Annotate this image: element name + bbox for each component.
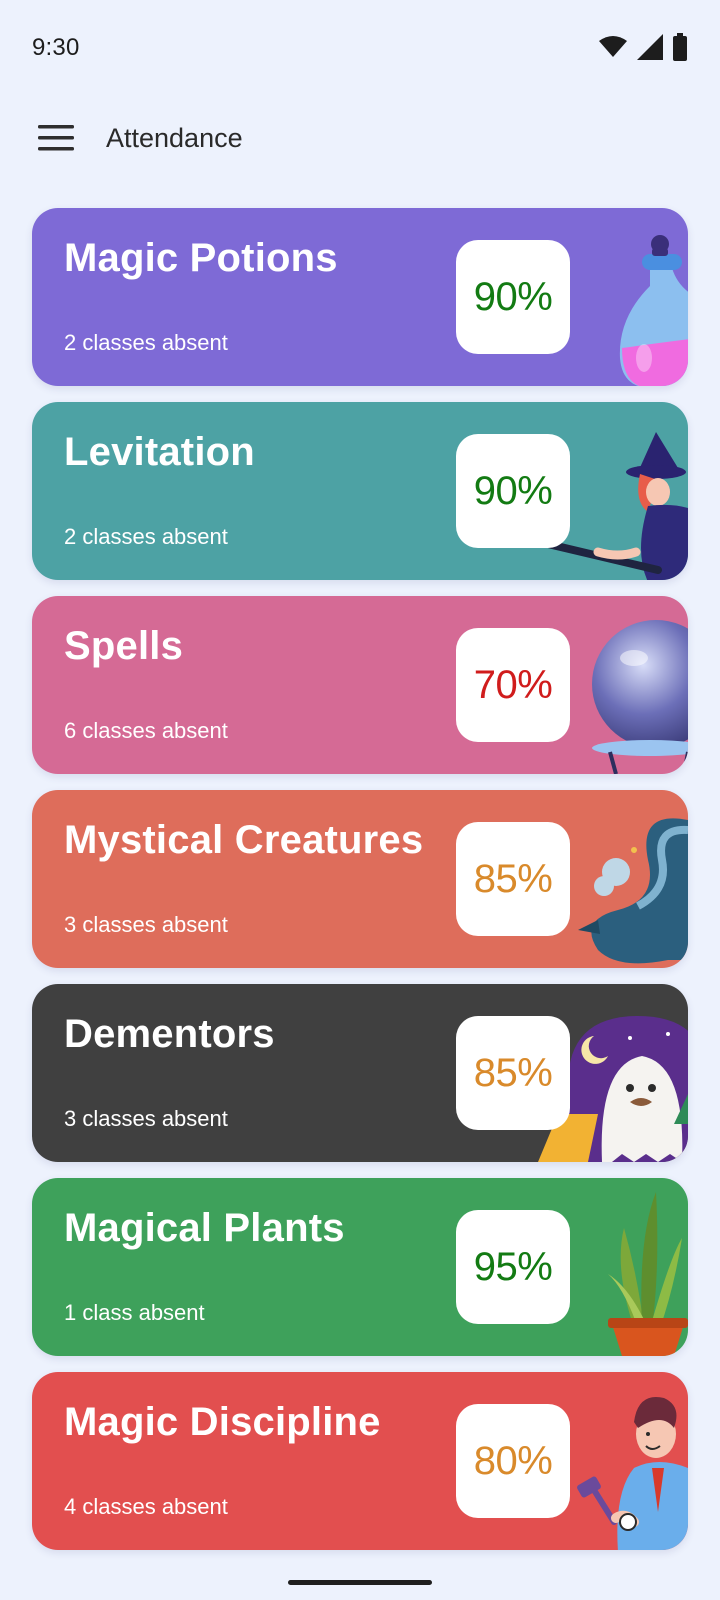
status-bar: 9:30 — [0, 0, 720, 96]
subject-name: Magical Plants — [64, 1206, 345, 1250]
subject-list: Magic Potions 2 classes absent 90% Levit… — [32, 208, 688, 1566]
subject-card-magical-plants[interactable]: Magical Plants 1 class absent 95% — [32, 1178, 688, 1356]
subject-name: Magic Potions — [64, 236, 338, 280]
app-bar: Attendance — [0, 100, 720, 176]
subject-name: Dementors — [64, 1012, 275, 1056]
attendance-percent: 80% — [456, 1404, 570, 1518]
attendance-percent: 90% — [456, 434, 570, 548]
attendance-percent: 90% — [456, 240, 570, 354]
subject-name: Levitation — [64, 430, 255, 474]
absent-count: 3 classes absent — [64, 912, 228, 937]
subject-name: Mystical Creatures — [64, 818, 424, 862]
attendance-percent: 85% — [456, 822, 570, 936]
subject-name: Spells — [64, 624, 184, 668]
status-time: 9:30 — [32, 34, 80, 61]
absent-count: 1 class absent — [64, 1300, 205, 1325]
subject-card-dementors[interactable]: Dementors 3 classes absent 85% — [32, 984, 688, 1162]
subject-card-mystical-creatures[interactable]: Mystical Creatures 3 classes absent 85% — [32, 790, 688, 968]
subject-card-spells[interactable]: Spells 6 classes absent 70% — [32, 596, 688, 774]
wifi-icon — [599, 36, 627, 57]
absent-count: 2 classes absent — [64, 524, 228, 549]
cellular-signal-icon — [637, 34, 663, 60]
gesture-nav-handle[interactable] — [288, 1580, 432, 1585]
hamburger-menu-icon — [38, 125, 74, 151]
subject-name: Magic Discipline — [64, 1400, 381, 1444]
absent-count: 6 classes absent — [64, 718, 228, 743]
absent-count: 4 classes absent — [64, 1494, 228, 1519]
absent-count: 3 classes absent — [64, 1106, 228, 1131]
status-icons — [598, 32, 688, 62]
absent-count: 2 classes absent — [64, 330, 228, 355]
subject-card-magic-potions[interactable]: Magic Potions 2 classes absent 90% — [32, 208, 688, 386]
page-title: Attendance — [106, 122, 243, 153]
menu-button[interactable] — [26, 108, 86, 168]
battery-icon — [673, 33, 687, 61]
subject-card-levitation[interactable]: Levitation 2 classes absent 90% — [32, 402, 688, 580]
attendance-percent: 85% — [456, 1016, 570, 1130]
subject-card-magic-discipline[interactable]: Magic Discipline 4 classes absent 80% — [32, 1372, 688, 1550]
attendance-percent: 95% — [456, 1210, 570, 1324]
attendance-percent: 70% — [456, 628, 570, 742]
